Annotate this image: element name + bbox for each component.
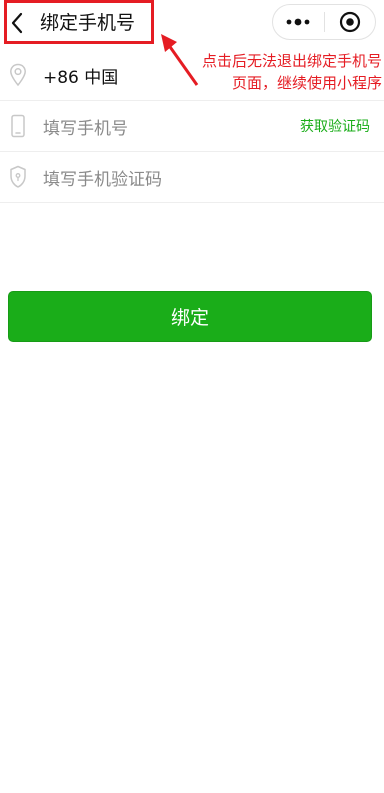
bind-button[interactable]: 绑定	[8, 291, 372, 342]
bind-button-label: 绑定	[170, 307, 209, 329]
mobile-phone-icon	[8, 114, 28, 138]
chevron-left-icon	[11, 12, 23, 34]
region-row[interactable]: +86 中国	[0, 50, 384, 100]
shield-icon	[8, 165, 28, 189]
more-button[interactable]	[273, 5, 324, 39]
bind-phone-page: 绑定手机号 点击后无法退出绑定手机号页面，继续使用小程序 +86 中国 填写手机…	[0, 0, 384, 793]
get-code-button[interactable]: 获取验证码	[300, 116, 370, 136]
phone-input[interactable]: 填写手机号	[43, 114, 128, 139]
more-dots-icon	[286, 18, 310, 26]
phone-row: 填写手机号 获取验证码	[0, 101, 384, 151]
back-button[interactable]	[6, 10, 28, 36]
mini-program-capsule	[272, 4, 376, 40]
code-row: 填写手机验证码	[0, 152, 384, 202]
target-circle-icon	[339, 11, 360, 33]
close-mini-program-button[interactable]	[324, 5, 375, 39]
divider	[0, 202, 384, 203]
page-title: 绑定手机号	[40, 12, 136, 34]
location-pin-icon	[8, 63, 28, 87]
navigation-bar: 绑定手机号	[0, 0, 384, 48]
verification-code-input[interactable]: 填写手机验证码	[43, 165, 162, 190]
region-value: +86 中国	[43, 67, 119, 88]
